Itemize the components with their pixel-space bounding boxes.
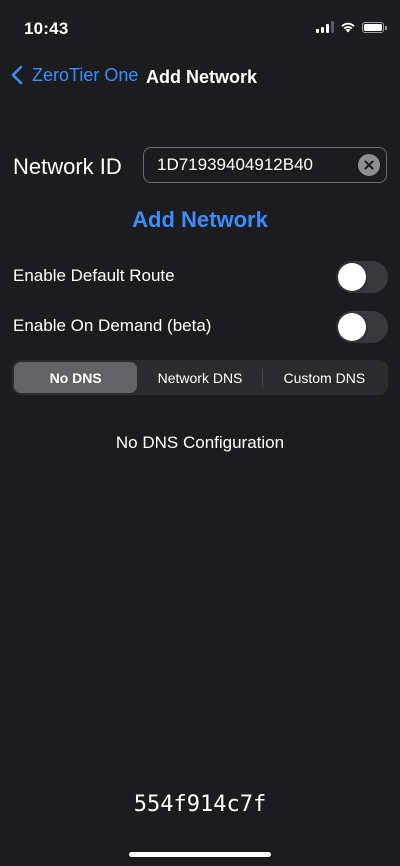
add-network-button[interactable]: Add Network: [0, 207, 400, 233]
chevron-left-icon: [11, 65, 23, 85]
segment-no-dns[interactable]: No DNS: [14, 362, 138, 393]
on-demand-label: Enable On Demand (beta): [13, 316, 212, 335]
network-id-input[interactable]: [157, 148, 347, 182]
status-time: 10:43: [24, 19, 69, 38]
network-id-field-container: [143, 147, 387, 183]
dns-segmented-control: No DNS Network DNS Custom DNS: [12, 360, 388, 395]
status-icons: [316, 21, 387, 33]
page-title: Add Network: [146, 67, 258, 87]
status-bar: 10:43: [0, 0, 400, 54]
device-id: 554f914c7f: [133, 792, 267, 817]
on-demand-row: Enable On Demand (beta): [0, 309, 400, 345]
network-id-label: Network ID: [13, 154, 122, 179]
toggle-knob: [338, 263, 366, 291]
default-route-label: Enable Default Route: [13, 266, 175, 285]
segment-network-dns[interactable]: Network DNS: [138, 362, 261, 393]
battery-icon: [362, 21, 387, 33]
back-button[interactable]: ZeroTier One: [8, 64, 138, 86]
wifi-icon: [341, 22, 355, 33]
cellular-signal-icon: [316, 21, 334, 33]
segment-custom-dns[interactable]: Custom DNS: [263, 362, 386, 393]
back-button-label: ZeroTier One: [32, 64, 139, 85]
dns-status-text: No DNS Configuration: [115, 433, 285, 452]
clear-circle-icon[interactable]: [358, 154, 380, 176]
default-route-row: Enable Default Route: [0, 259, 400, 295]
navigation-bar: ZeroTier One Add Network: [0, 56, 400, 96]
home-indicator[interactable]: [129, 852, 271, 857]
on-demand-toggle[interactable]: [336, 311, 388, 343]
toggle-knob: [338, 313, 366, 341]
default-route-toggle[interactable]: [336, 261, 388, 293]
